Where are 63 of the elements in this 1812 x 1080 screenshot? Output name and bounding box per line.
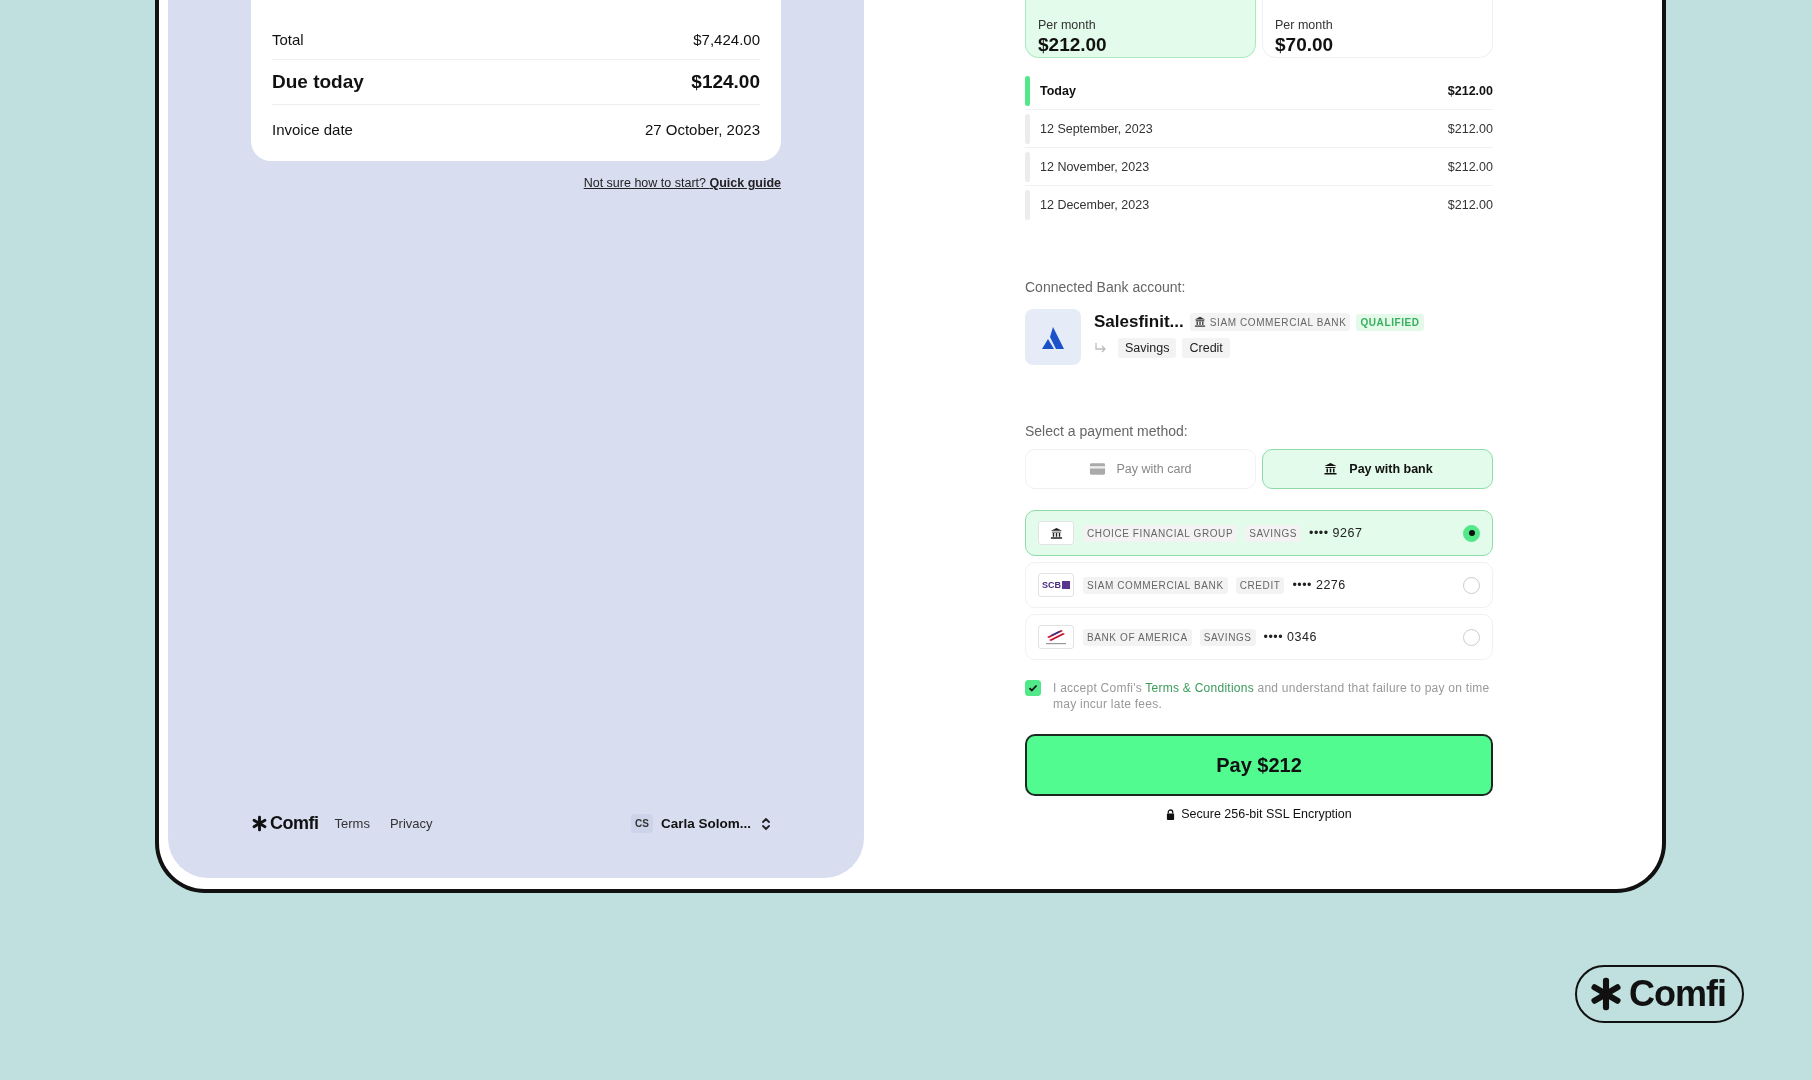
summary-label: Invoice date	[272, 120, 353, 138]
summary-value: $124.00	[691, 71, 760, 93]
schedule-date: 12 November, 2023	[1040, 159, 1151, 174]
bank-tag: SIAM COMMERCIAL BANK	[1189, 313, 1351, 331]
quick-guide-link[interactable]: Not sure how to start? Quick guide	[583, 176, 781, 190]
chevron-up-down-icon[interactable]	[761, 815, 771, 832]
comfi-logo[interactable]: Comfi	[251, 813, 319, 834]
bank-account-option[interactable]: CHOICE FINANCIAL GROUP SAVINGS •••• 9267	[1025, 510, 1493, 556]
plan-card[interactable]: Per month $70.00	[1262, 0, 1493, 58]
plan-card[interactable]: Per month $212.00	[1025, 0, 1256, 58]
payment-method-tab[interactable]: Pay with card	[1025, 449, 1256, 489]
radio-button[interactable]	[1463, 576, 1480, 594]
schedule-amount: $212.00	[1447, 159, 1493, 174]
check-icon	[1027, 682, 1039, 694]
checkbox[interactable]	[1025, 680, 1041, 696]
footer-link[interactable]: Terms	[334, 816, 370, 831]
bank-logo: SCB	[1038, 573, 1074, 597]
bank-icon	[1038, 521, 1074, 545]
schedule-date: 12 September, 2023	[1040, 121, 1154, 136]
user-name[interactable]: Carla Solom...	[660, 816, 751, 831]
footer-link[interactable]: Privacy	[389, 816, 433, 831]
radio-button[interactable]	[1463, 524, 1480, 542]
bank-account-option[interactable]: BANK OF AMERICA SAVINGS •••• 0346	[1025, 614, 1493, 660]
summary-value: $7,424.00	[693, 30, 760, 48]
schedule-amount: $212.00	[1447, 197, 1493, 212]
account-type-chip: Credit	[1182, 338, 1230, 358]
bank-name-tag: SIAM COMMERCIAL BANK	[1083, 576, 1228, 594]
bank-name-tag: CHOICE FINANCIAL GROUP	[1083, 524, 1238, 542]
schedule-date: 12 December, 2023	[1040, 197, 1151, 212]
masked-account-number: •••• 9267	[1309, 526, 1363, 540]
bank-account-option[interactable]: SCB SIAM COMMERCIAL BANK CREDIT •••• 2276	[1025, 562, 1493, 608]
account-type-tag: SAVINGS	[1245, 524, 1302, 542]
status-badge: QUALIFIED	[1356, 313, 1424, 331]
account-type-tag: CREDIT	[1235, 576, 1285, 594]
bank-name-tag: BANK OF AMERICA	[1083, 628, 1192, 646]
account-name: Salesfinit...	[1094, 312, 1184, 332]
section-label: Select a payment method:	[1025, 423, 1189, 439]
comfi-logo-badge: Comfi	[1575, 965, 1744, 1023]
mountain-logo-icon	[1025, 309, 1081, 365]
account-type-tag: SAVINGS	[1199, 628, 1256, 646]
section-label: Connected Bank account:	[1025, 279, 1187, 295]
summary-value: 27 October, 2023	[644, 120, 760, 138]
payment-method-tab[interactable]: Pay with bank	[1262, 449, 1493, 489]
bank-icon	[1193, 316, 1206, 328]
lock-icon	[1166, 808, 1176, 820]
credit-card-icon	[1089, 462, 1107, 476]
security-note: Secure 256-bit SSL Encryption	[1181, 807, 1352, 821]
masked-account-number: •••• 0346	[1263, 630, 1317, 644]
schedule-amount: $212.00	[1447, 83, 1493, 98]
masked-account-number: •••• 2276	[1292, 578, 1346, 592]
summary-label: Due today	[272, 71, 364, 93]
schedule-date: Today	[1040, 83, 1077, 98]
summary-label: Total	[272, 30, 304, 48]
terms-text: I accept Comfi's Terms & Conditions and understand that failure to pay on time may incur late fees.	[1053, 680, 1491, 712]
radio-button[interactable]	[1463, 628, 1480, 646]
return-arrow-icon	[1094, 342, 1108, 354]
user-initials-avatar: CS	[631, 814, 653, 833]
pay-button[interactable]: Pay $212	[1025, 734, 1493, 796]
schedule-amount: $212.00	[1447, 121, 1493, 136]
flag-logo-icon	[1038, 625, 1074, 649]
account-type-chip: Savings	[1118, 338, 1177, 358]
terms-link[interactable]: Terms & Conditions	[1145, 681, 1254, 695]
bank-icon	[1322, 462, 1340, 476]
